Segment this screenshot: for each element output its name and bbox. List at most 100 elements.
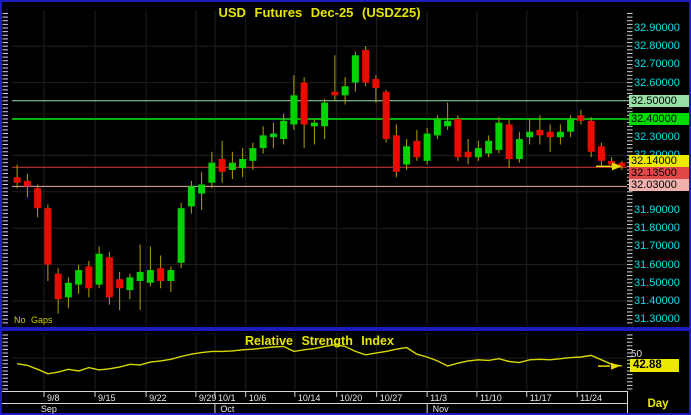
price-axis-label: 31.40000 <box>634 295 680 307</box>
price-axis-label: 31.80000 <box>634 222 680 234</box>
rsi-value-arrow-icon <box>611 363 620 370</box>
candle-body <box>424 134 431 161</box>
candle-body <box>219 159 226 172</box>
price-level-badge[interactable]: 32.03000 <box>629 179 689 191</box>
panel-divider <box>0 327 691 331</box>
date-tick-label: 10/14 <box>298 393 321 403</box>
candle-body <box>198 185 205 194</box>
candle-body <box>116 279 123 288</box>
date-tick-label: 9/29 <box>199 393 217 403</box>
price-level-badge[interactable]: 32.40000 <box>629 113 689 125</box>
candle-body <box>577 115 584 120</box>
candle-body <box>557 132 564 137</box>
price-level-badge[interactable]: 32.13500 <box>629 167 689 179</box>
candle-body <box>44 208 51 264</box>
no-gaps-note: No Gaps <box>14 315 53 325</box>
rsi-line <box>17 345 622 374</box>
candle-body <box>311 123 318 127</box>
candle-body <box>372 79 379 88</box>
candle-body <box>342 86 349 95</box>
rsi-current-value-badge: 42.88 <box>630 359 679 372</box>
timeframe-label[interactable]: Day <box>627 398 689 410</box>
date-tick-label: 11/10 <box>480 393 502 403</box>
date-tick-label: 9/22 <box>149 393 167 403</box>
date-tick-label: 10/20 <box>340 393 363 403</box>
candle-body <box>506 124 513 159</box>
price-axis-label: 32.70000 <box>634 58 680 70</box>
month-label: Oct <box>220 404 234 414</box>
candle-body <box>485 141 492 154</box>
month-label: Sep <box>41 404 57 414</box>
candle-body <box>157 268 164 281</box>
month-label: Nov <box>433 404 449 414</box>
date-tick-label: 11/24 <box>580 393 602 403</box>
date-tick-label: 11/3 <box>430 393 447 403</box>
candle-body <box>65 283 72 298</box>
chart-window: USD Futures Dec-25 (USDZ25) Relative Str… <box>0 0 691 415</box>
price-level-badge[interactable]: 32.14000 <box>629 155 689 167</box>
candle-body <box>588 121 595 152</box>
candle-body <box>85 266 92 288</box>
candle-body <box>188 186 195 206</box>
date-tick-label: 10/6 <box>249 393 267 403</box>
main-chart-title: USD Futures Dec-25 (USDZ25) <box>12 5 627 20</box>
candle-body <box>147 270 154 283</box>
candle-body <box>229 163 236 170</box>
candle-body <box>383 92 390 139</box>
candle-body <box>55 274 62 299</box>
candle-body <box>239 159 246 168</box>
candle-body <box>106 257 113 297</box>
rsi-panel-title: Relative Strength Index <box>12 334 627 348</box>
price-axis-label: 31.30000 <box>634 313 680 325</box>
price-axis-label: 32.90000 <box>634 22 680 34</box>
price-axis-label: 32.30000 <box>634 131 680 143</box>
price-axis-label: 32.80000 <box>634 40 680 52</box>
candle-body <box>321 103 328 127</box>
candle-body <box>280 121 287 139</box>
candle-body <box>516 139 523 159</box>
candle-body <box>547 132 554 137</box>
candle-body <box>495 123 502 150</box>
candle-body <box>301 83 308 125</box>
candle-body <box>444 121 451 126</box>
candle-body <box>75 270 82 285</box>
candle-body <box>536 130 543 135</box>
candle-body <box>178 208 185 263</box>
candle-body <box>526 132 533 137</box>
candle-body <box>454 119 461 157</box>
window-border <box>1 1 690 414</box>
candle-body <box>465 152 472 157</box>
candle-body <box>403 146 410 164</box>
candle-body <box>434 119 441 135</box>
candle-body <box>393 135 400 171</box>
candle-body <box>413 141 420 157</box>
candle-body <box>270 134 277 138</box>
candle-body <box>598 146 605 161</box>
chart-canvas[interactable] <box>0 0 691 415</box>
candle-body <box>567 119 574 132</box>
candle-body <box>362 50 369 83</box>
price-axis-label: 32.60000 <box>634 77 680 89</box>
price-axis-label: 31.60000 <box>634 259 680 271</box>
price-level-badge[interactable]: 32.50000 <box>629 95 689 107</box>
candle-body <box>14 177 21 182</box>
candle-body <box>96 254 103 285</box>
date-tick-label: 9/8 <box>47 393 60 403</box>
candle-body <box>167 270 174 281</box>
candle-body <box>352 55 359 82</box>
price-axis-label: 31.70000 <box>634 240 680 252</box>
candle-body <box>475 148 482 157</box>
candle-body <box>126 277 133 290</box>
date-tick-label: 11/17 <box>530 393 552 403</box>
candle-body <box>249 148 256 161</box>
candle-body <box>260 135 267 148</box>
date-tick-label: 10/1 <box>218 393 236 403</box>
date-tick-label: 10/27 <box>380 393 403 403</box>
candle-body <box>208 163 215 183</box>
candle-body <box>290 95 297 124</box>
candle-body <box>331 92 338 96</box>
date-tick-label: 9/15 <box>98 393 116 403</box>
candle-body <box>137 272 144 281</box>
price-axis-label: 31.90000 <box>634 204 680 216</box>
candle-body <box>24 181 31 186</box>
